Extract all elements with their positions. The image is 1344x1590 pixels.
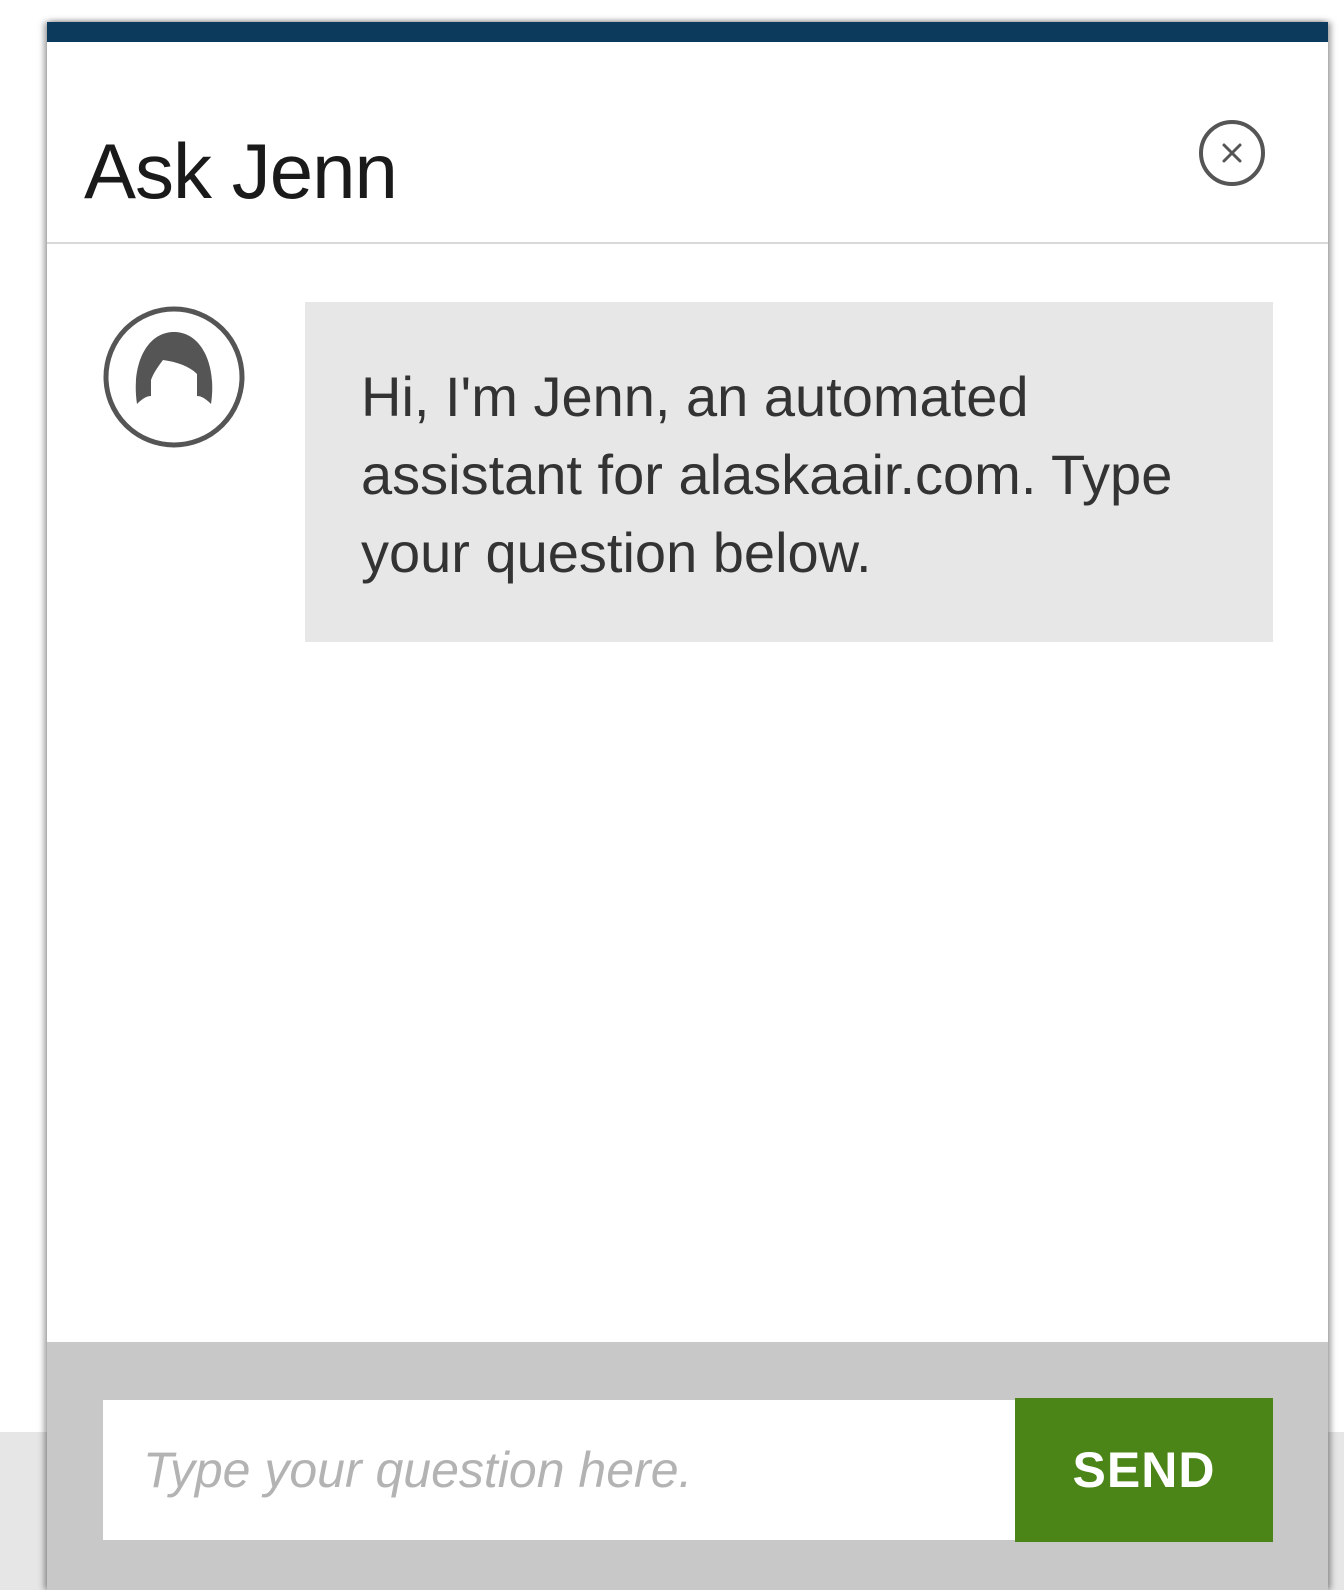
chat-top-bar — [47, 22, 1328, 42]
message-text: Hi, I'm Jenn, an automated assistant for… — [361, 365, 1173, 584]
chat-title: Ask Jenn — [84, 127, 398, 215]
input-area: SEND — [47, 1342, 1328, 1590]
female-avatar-icon — [103, 306, 245, 448]
chat-window: Ask Jenn Hi, I'm Jenn, an automated assi… — [47, 22, 1328, 1590]
question-input[interactable] — [103, 1400, 1015, 1540]
close-circle-icon — [1199, 120, 1265, 186]
avatar — [101, 304, 247, 450]
close-button[interactable] — [1197, 118, 1267, 188]
message-bubble: Hi, I'm Jenn, an automated assistant for… — [305, 302, 1273, 642]
send-button[interactable]: SEND — [1015, 1398, 1273, 1542]
chat-header: Ask Jenn — [47, 42, 1328, 244]
message-list: Hi, I'm Jenn, an automated assistant for… — [47, 244, 1328, 1364]
